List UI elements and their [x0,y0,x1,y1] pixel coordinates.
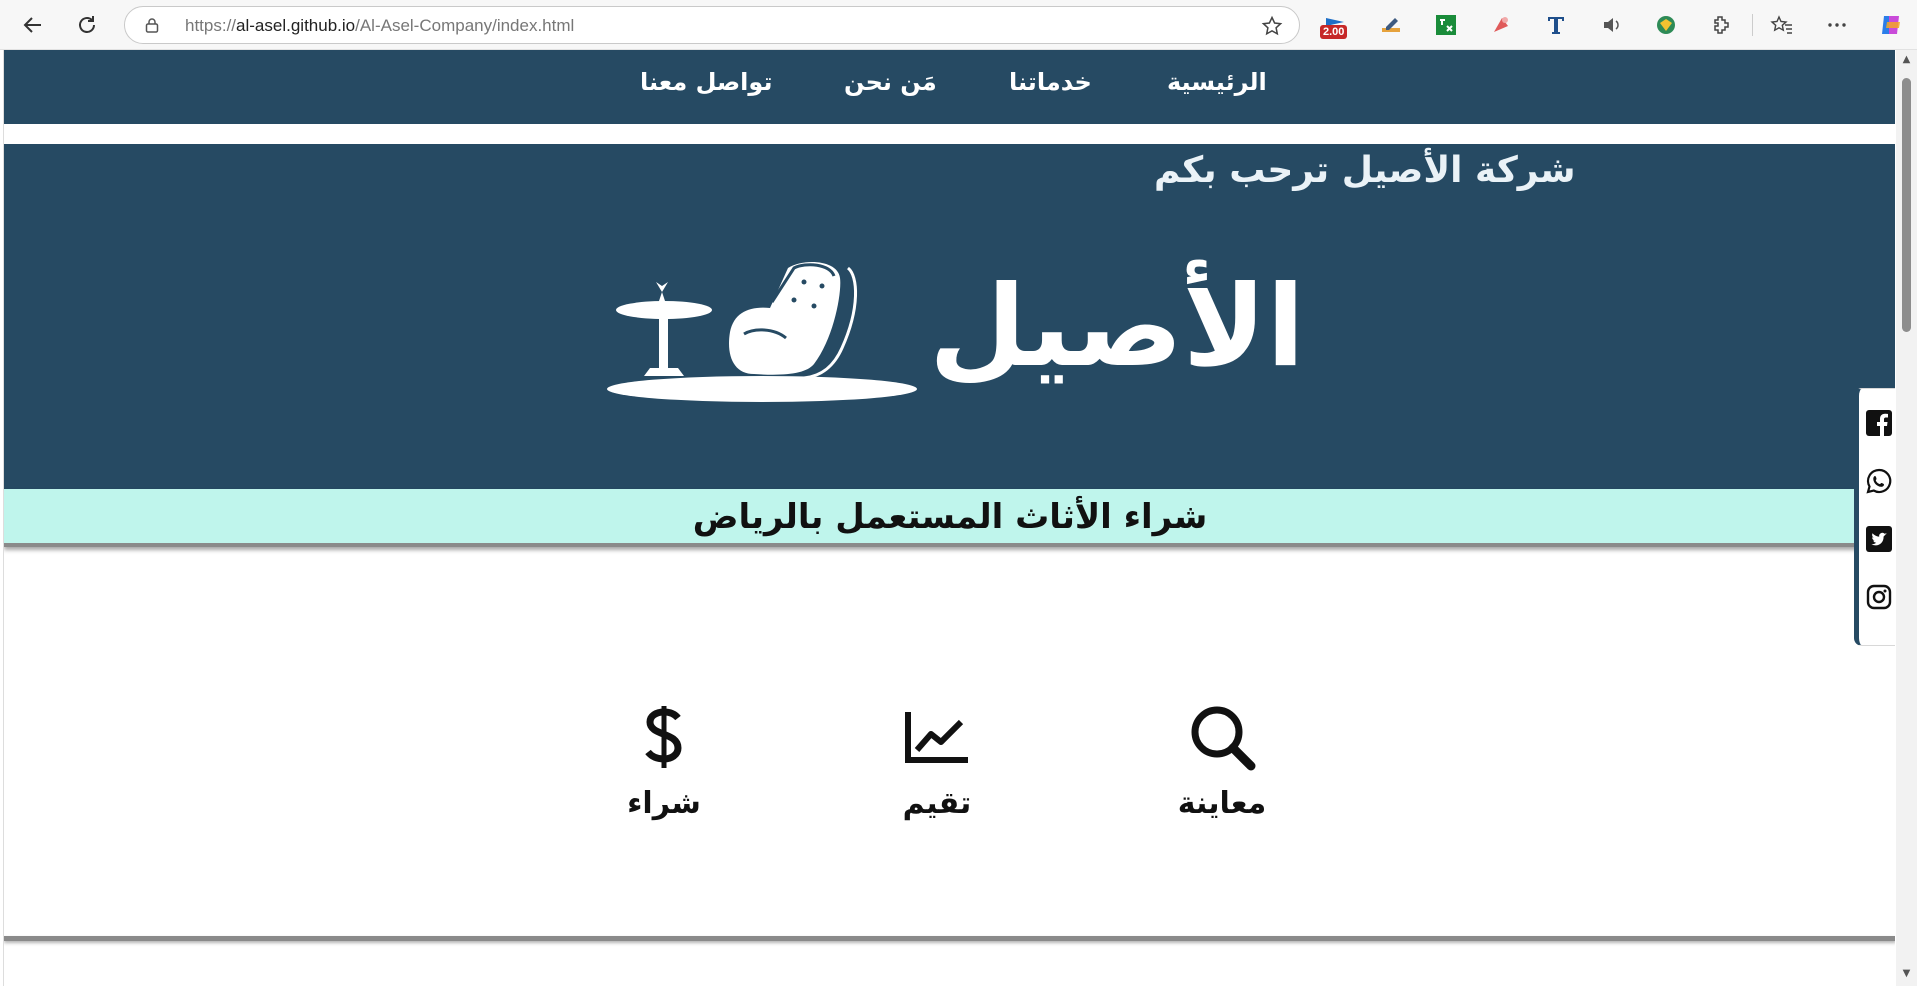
scroll-down-icon[interactable]: ▼ [1901,968,1912,979]
nav-link-about[interactable]: مَن نحن [844,68,937,96]
nav-link-home[interactable]: الرئيسية [1167,68,1267,96]
reload-icon [79,16,95,33]
furniture-illustration [607,262,917,402]
service-buy[interactable]: شراء [564,700,764,821]
reload-button[interactable] [72,10,102,40]
scroll-up-icon[interactable]: ▲ [1901,54,1912,65]
extension-icon[interactable] [1597,11,1625,39]
url-prefix: https:// [185,16,237,35]
whatsapp-icon[interactable] [1865,467,1893,495]
service-buy-label: شراء [627,786,701,821]
tagline-heading: شراء الأثاث المستعمل بالرياض [692,497,1208,537]
back-button[interactable] [18,10,48,40]
service-inspect-label: معاينة [1177,786,1267,821]
scroll-thumb[interactable] [1902,78,1911,332]
star-icon[interactable] [1261,15,1283,37]
logo-wordmark: الأصيل [929,262,1305,392]
extension-badge: 2.00 [1320,25,1348,39]
extension-icon[interactable] [1432,11,1460,39]
favorites-button[interactable] [1768,11,1796,39]
scrollbar[interactable]: ▲ ▼ [1896,50,1917,986]
lock-icon [145,18,159,33]
nav-link-services[interactable]: خدماتنا [1009,68,1092,96]
company-logo: الأصيل [604,252,1324,402]
extension-icon[interactable] [1652,11,1680,39]
favorites-icon [1770,15,1792,34]
address-bar[interactable]: https://al-asel.github.io/Al-Asel-Compan… [124,6,1300,44]
service-evaluate-label: تقيم [902,786,972,821]
url-text: https://al-asel.github.io/Al-Asel-Compan… [185,16,574,36]
browser-toolbar: https://al-asel.github.io/Al-Asel-Compan… [0,0,1917,50]
search-icon [1122,700,1322,774]
service-evaluate[interactable]: تقيم [837,700,1037,821]
instagram-icon[interactable] [1865,583,1893,611]
copilot-button[interactable] [1877,11,1905,39]
extension-icon[interactable] [1377,11,1405,39]
extension-icon[interactable] [1542,11,1570,39]
nav-link-contact[interactable]: تواصل معنا [640,68,772,96]
url-host: al-asel.github.io [236,16,356,35]
more-icon [1828,23,1846,27]
extension-icon[interactable] [1707,11,1735,39]
toolbar-divider [1752,14,1753,36]
extension-icon[interactable] [1487,11,1515,39]
line-chart-icon [837,700,1037,774]
tagline-band: شراء الأثاث المستعمل بالرياض [4,489,1895,547]
twitter-icon[interactable] [1865,525,1893,553]
more-button[interactable] [1823,11,1851,39]
copilot-icon [1882,16,1900,34]
hero-banner: شركة الأصيل ترحب بكم الأصيل [4,144,1895,489]
welcome-heading: شركة الأصيل ترحب بكم [1154,150,1576,191]
service-inspect[interactable]: معاينة [1122,700,1322,821]
dollar-icon [564,700,764,774]
section-divider [4,936,1895,941]
facebook-icon[interactable] [1865,409,1893,437]
social-sidebar [1854,388,1895,646]
site-navbar: الرئيسية خدماتنا مَن نحن تواصل معنا [4,50,1895,124]
back-icon [23,17,41,33]
url-path: /Al-Asel-Company/index.html [355,16,575,35]
page-viewport: الرئيسية خدماتنا مَن نحن تواصل معنا شركة… [3,50,1895,986]
